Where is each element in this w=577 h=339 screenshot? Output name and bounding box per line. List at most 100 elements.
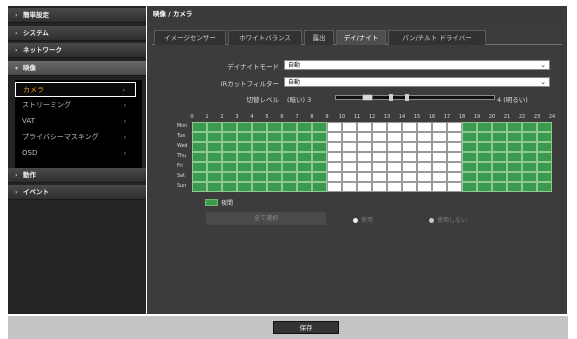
schedule-cell[interactable]	[402, 172, 417, 182]
select-all-button[interactable]: 全て選択	[206, 212, 326, 225]
schedule-cell[interactable]	[312, 142, 327, 152]
schedule-cell[interactable]	[297, 182, 312, 192]
schedule-cell[interactable]	[342, 182, 357, 192]
schedule-cell[interactable]	[192, 122, 207, 132]
schedule-cell[interactable]	[357, 172, 372, 182]
schedule-cell[interactable]	[387, 172, 402, 182]
schedule-cell[interactable]	[522, 162, 537, 172]
schedule-cell[interactable]	[417, 162, 432, 172]
schedule-cell[interactable]	[342, 162, 357, 172]
schedule-cell[interactable]	[402, 132, 417, 142]
schedule-cell[interactable]	[222, 182, 237, 192]
schedule-cell[interactable]	[432, 152, 447, 162]
schedule-cell[interactable]	[387, 132, 402, 142]
schedule-cell[interactable]	[222, 152, 237, 162]
schedule-cell[interactable]	[507, 122, 522, 132]
schedule-cell[interactable]	[327, 142, 342, 152]
schedule-cell[interactable]	[447, 152, 462, 162]
schedule-cell[interactable]	[237, 142, 252, 152]
schedule-cell[interactable]	[477, 132, 492, 142]
schedule-cell[interactable]	[297, 162, 312, 172]
schedule-cell[interactable]	[192, 142, 207, 152]
schedule-cell[interactable]	[342, 142, 357, 152]
schedule-cell[interactable]	[402, 182, 417, 192]
schedule-cell[interactable]	[237, 182, 252, 192]
schedule-cell[interactable]	[342, 132, 357, 142]
radio-use[interactable]: 使用	[353, 215, 373, 224]
schedule-cell[interactable]	[192, 132, 207, 142]
schedule-cell[interactable]	[432, 132, 447, 142]
schedule-cell[interactable]	[297, 152, 312, 162]
schedule-cell[interactable]	[327, 182, 342, 192]
schedule-cell[interactable]	[372, 152, 387, 162]
schedule-cell[interactable]	[192, 162, 207, 172]
schedule-cell[interactable]	[447, 162, 462, 172]
schedule-cell[interactable]	[267, 122, 282, 132]
schedule-cell[interactable]	[537, 122, 552, 132]
schedule-cell[interactable]	[252, 142, 267, 152]
schedule-cell[interactable]	[372, 142, 387, 152]
schedule-cell[interactable]	[192, 152, 207, 162]
schedule-cell[interactable]	[477, 142, 492, 152]
schedule-cell[interactable]	[297, 122, 312, 132]
schedule-cell[interactable]	[387, 142, 402, 152]
day-night-mode-select[interactable]: 自動 ⌄	[284, 60, 550, 70]
schedule-cell[interactable]	[507, 142, 522, 152]
schedule-cell[interactable]	[537, 142, 552, 152]
schedule-cell[interactable]	[207, 172, 222, 182]
schedule-cell[interactable]	[432, 142, 447, 152]
schedule-cell[interactable]	[402, 152, 417, 162]
schedule-cell[interactable]	[237, 162, 252, 172]
schedule-cell[interactable]	[222, 142, 237, 152]
schedule-cell[interactable]	[432, 182, 447, 192]
sidebar-category-operation[interactable]: › 動作	[8, 168, 146, 183]
schedule-cell[interactable]	[492, 162, 507, 172]
schedule-cell[interactable]	[402, 122, 417, 132]
schedule-cell[interactable]	[327, 152, 342, 162]
schedule-cell[interactable]	[417, 172, 432, 182]
schedule-cell[interactable]	[522, 142, 537, 152]
sidebar-category-network[interactable]: › ネットワーク	[8, 43, 146, 58]
schedule-cell[interactable]	[312, 172, 327, 182]
schedule-cell[interactable]	[462, 172, 477, 182]
schedule-cell[interactable]	[447, 142, 462, 152]
schedule-cell[interactable]	[432, 162, 447, 172]
schedule-cell[interactable]	[357, 122, 372, 132]
schedule-cell[interactable]	[447, 122, 462, 132]
schedule-cell[interactable]	[507, 152, 522, 162]
schedule-cell[interactable]	[372, 122, 387, 132]
schedule-cell[interactable]	[222, 132, 237, 142]
sidebar-category-system[interactable]: › システム	[8, 26, 146, 41]
schedule-cell[interactable]	[342, 152, 357, 162]
schedule-cell[interactable]	[522, 122, 537, 132]
schedule-cell[interactable]	[282, 182, 297, 192]
schedule-cell[interactable]	[462, 142, 477, 152]
schedule-cell[interactable]	[312, 122, 327, 132]
schedule-cell[interactable]	[402, 162, 417, 172]
schedule-cell[interactable]	[192, 182, 207, 192]
schedule-cell[interactable]	[267, 152, 282, 162]
schedule-cell[interactable]	[477, 162, 492, 172]
schedule-cell[interactable]	[357, 152, 372, 162]
schedule-cell[interactable]	[282, 132, 297, 142]
schedule-cell[interactable]	[282, 142, 297, 152]
schedule-cell[interactable]	[357, 132, 372, 142]
schedule-cell[interactable]	[492, 152, 507, 162]
schedule-cell[interactable]	[312, 182, 327, 192]
schedule-cell[interactable]	[537, 162, 552, 172]
schedule-cell[interactable]	[267, 182, 282, 192]
schedule-cell[interactable]	[492, 182, 507, 192]
schedule-cell[interactable]	[252, 162, 267, 172]
schedule-cell[interactable]	[477, 122, 492, 132]
schedule-cell[interactable]	[207, 182, 222, 192]
schedule-cell[interactable]	[207, 132, 222, 142]
schedule-cell[interactable]	[402, 142, 417, 152]
switch-level-slider[interactable]	[335, 95, 495, 100]
schedule-cell[interactable]	[387, 162, 402, 172]
schedule-cell[interactable]	[477, 182, 492, 192]
schedule-cell[interactable]	[492, 122, 507, 132]
schedule-cell[interactable]	[297, 142, 312, 152]
schedule-cell[interactable]	[237, 132, 252, 142]
schedule-cell[interactable]	[282, 122, 297, 132]
schedule-cell[interactable]	[447, 172, 462, 182]
